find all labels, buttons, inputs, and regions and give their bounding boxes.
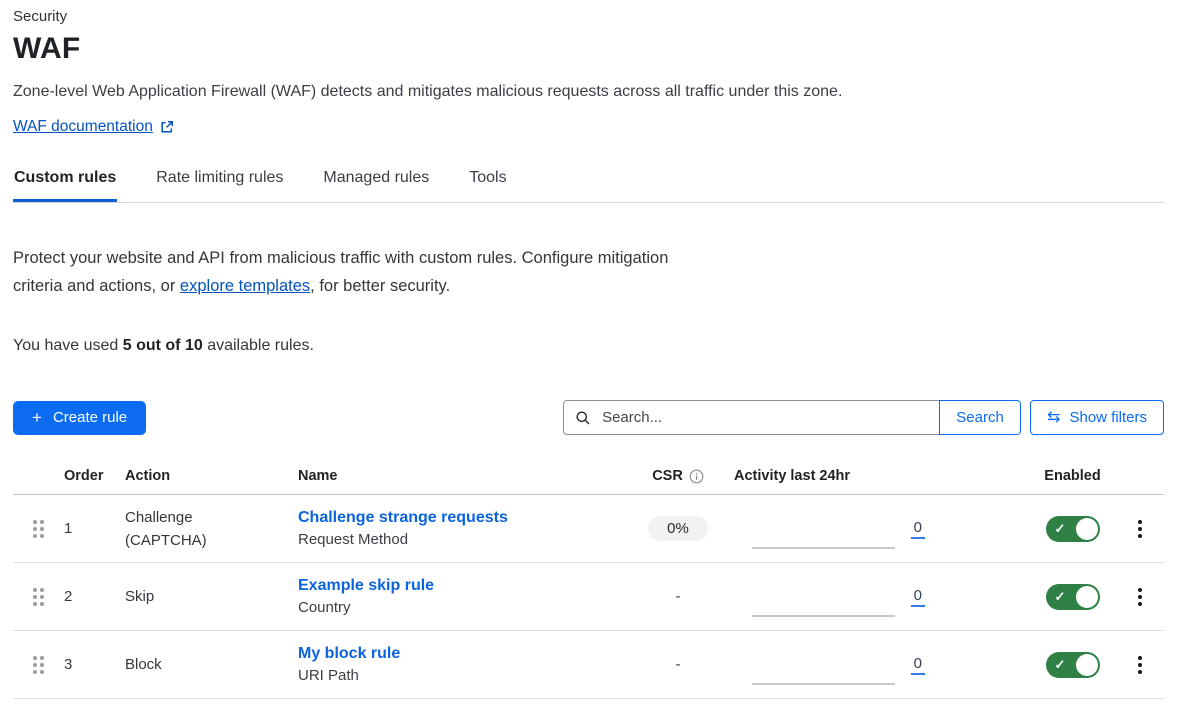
- rule-field: Request Method: [298, 531, 408, 548]
- rule-field: URI Path: [298, 667, 359, 684]
- row-menu-button[interactable]: [1128, 582, 1152, 612]
- show-filters-button[interactable]: ⇆ Show filters: [1030, 400, 1164, 435]
- row-menu-button[interactable]: [1128, 650, 1152, 680]
- col-header-name: Name: [298, 468, 630, 484]
- csr-value: -: [676, 588, 681, 605]
- col-header-csr: CSR: [630, 468, 726, 484]
- custom-rules-intro: Protect your website and API from malici…: [13, 244, 773, 300]
- rule-action: Challenge (CAPTCHA): [125, 506, 227, 552]
- explore-templates-link[interactable]: explore templates: [180, 277, 310, 295]
- table-row: 2 Skip Example skip rule Country - 0 ✓: [13, 563, 1164, 631]
- activity-sparkline: [752, 547, 895, 549]
- usage-suffix: available rules.: [203, 337, 314, 354]
- table-row: 3 Block My block rule URI Path - 0 ✓: [13, 631, 1164, 699]
- usage-count: 5 out of 10: [123, 337, 203, 354]
- kebab-icon: [1138, 520, 1142, 524]
- tab-custom-rules[interactable]: Custom rules: [13, 167, 117, 202]
- external-link-icon: [160, 120, 174, 134]
- search-input-wrap: [563, 400, 940, 435]
- table-row: 1 Challenge (CAPTCHA) Challenge strange …: [13, 495, 1164, 563]
- page-title: WAF: [13, 32, 1164, 66]
- search-area: Search ⇆ Show filters: [563, 400, 1164, 435]
- rule-name-link[interactable]: My block rule: [298, 645, 400, 663]
- enabled-toggle[interactable]: ✓: [1046, 584, 1100, 610]
- waf-documentation-link[interactable]: WAF documentation: [13, 118, 174, 136]
- toggle-knob: [1076, 586, 1098, 608]
- rules-usage: You have used 5 out of 10 available rule…: [13, 337, 1164, 355]
- rule-order: 2: [64, 563, 125, 630]
- custom-rules-table: Order Action Name CSR Activity last 24hr…: [13, 462, 1164, 699]
- row-menu-button[interactable]: [1128, 514, 1152, 544]
- rule-name-link[interactable]: Challenge strange requests: [298, 509, 508, 527]
- drag-handle[interactable]: [29, 652, 48, 678]
- row-spacer: [935, 563, 1030, 630]
- check-icon: ✓: [1055, 657, 1066, 670]
- swap-arrows-icon: ⇆: [1047, 410, 1060, 426]
- grip-dots-icon: [33, 656, 37, 660]
- show-filters-label: Show filters: [1069, 409, 1147, 426]
- row-spacer: [935, 631, 1030, 698]
- enabled-toggle[interactable]: ✓: [1046, 652, 1100, 678]
- rule-name-link[interactable]: Example skip rule: [298, 577, 434, 595]
- search-icon: [575, 410, 591, 426]
- waf-page: Security WAF Zone-level Web Application …: [0, 0, 1177, 699]
- activity-count-link[interactable]: 0: [911, 655, 925, 675]
- breadcrumb-security: Security: [13, 8, 1164, 25]
- waf-tabs: Custom rules Rate limiting rules Managed…: [13, 167, 1164, 203]
- activity-count-link[interactable]: 0: [911, 519, 925, 539]
- col-header-activity: Activity last 24hr: [726, 468, 935, 484]
- search-input[interactable]: [600, 408, 928, 427]
- csr-value-pill: 0%: [648, 516, 708, 541]
- csr-value: -: [676, 656, 681, 673]
- drag-handle[interactable]: [29, 584, 48, 610]
- activity-sparkline: [752, 615, 895, 617]
- check-icon: ✓: [1055, 521, 1066, 534]
- activity-count-link[interactable]: 0: [911, 587, 925, 607]
- toggle-knob: [1076, 518, 1098, 540]
- enabled-toggle[interactable]: ✓: [1046, 516, 1100, 542]
- kebab-icon: [1138, 656, 1142, 660]
- tab-rate-limiting-rules[interactable]: Rate limiting rules: [155, 167, 284, 202]
- kebab-icon: [1138, 588, 1142, 592]
- page-description: Zone-level Web Application Firewall (WAF…: [13, 83, 1164, 101]
- search-button[interactable]: Search: [939, 400, 1021, 435]
- check-icon: ✓: [1055, 589, 1066, 602]
- intro-line1: Protect your website and API from malici…: [13, 249, 668, 267]
- grip-dots-icon: [33, 520, 37, 524]
- col-header-enabled: Enabled: [1030, 468, 1115, 484]
- rule-action: Skip: [125, 585, 154, 608]
- plus-icon: +: [32, 409, 42, 426]
- usage-prefix: You have used: [13, 337, 123, 354]
- create-rule-button[interactable]: + Create rule: [13, 401, 146, 435]
- create-rule-label: Create rule: [53, 409, 127, 426]
- waf-documentation-label: WAF documentation: [13, 118, 153, 136]
- tab-managed-rules[interactable]: Managed rules: [322, 167, 430, 202]
- table-header-row: Order Action Name CSR Activity last 24hr…: [13, 462, 1164, 495]
- toggle-knob: [1076, 654, 1098, 676]
- intro-line2-pre: criteria and actions, or: [13, 277, 180, 295]
- rules-toolbar: + Create rule Search ⇆ Show filters: [13, 400, 1164, 435]
- grip-dots-icon: [33, 588, 37, 592]
- intro-line2-post: , for better security.: [310, 277, 450, 295]
- col-header-order: Order: [64, 468, 125, 484]
- drag-handle[interactable]: [29, 516, 48, 542]
- csr-header-label: CSR: [652, 468, 683, 484]
- rule-order: 3: [64, 631, 125, 698]
- row-spacer: [935, 495, 1030, 562]
- rule-field: Country: [298, 599, 351, 616]
- tab-tools[interactable]: Tools: [468, 167, 507, 202]
- rule-action: Block: [125, 653, 162, 676]
- activity-sparkline: [752, 683, 895, 685]
- rule-order: 1: [64, 495, 125, 562]
- col-header-action: Action: [125, 468, 298, 484]
- info-icon[interactable]: [689, 469, 704, 484]
